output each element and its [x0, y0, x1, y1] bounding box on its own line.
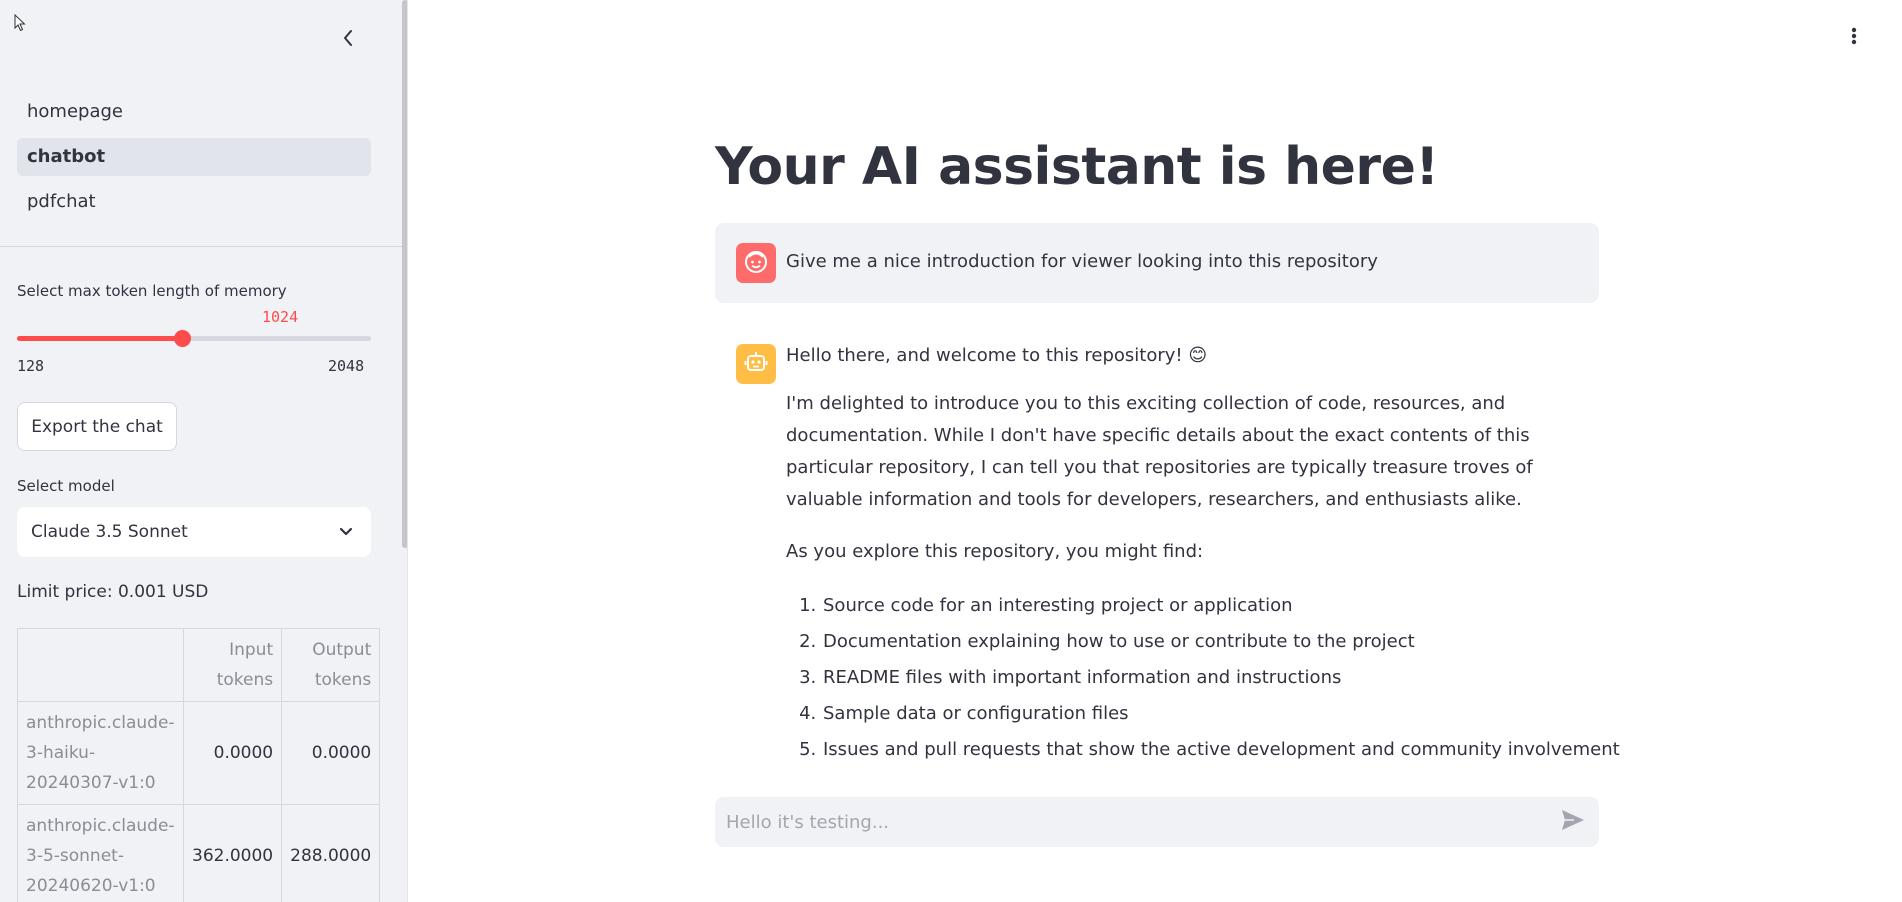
list-item: Issues and pull requests that show the a… [822, 732, 1620, 768]
assistant-greeting: Hello there, and welcome to this reposit… [786, 345, 1208, 366]
list-item: Source code for an interesting project o… [822, 588, 1594, 624]
smiley-face-icon [743, 248, 769, 278]
chevron-down-icon [339, 522, 353, 542]
assistant-list: Source code for an interesting project o… [786, 588, 1620, 768]
page-title: Your AI assistant is here! [715, 137, 1439, 197]
table-cell-output: 0.0000 [281, 701, 381, 805]
paper-plane-icon [1561, 809, 1585, 835]
table-cell-input: 362.0000 [182, 804, 283, 902]
table-cell-model: anthropic.claude-3-haiku-20240307-v1:0 [17, 701, 184, 805]
user-avatar [736, 243, 776, 283]
memory-slider-min: 128 [17, 357, 45, 375]
assistant-paragraph: As you explore this repository, you migh… [786, 541, 1204, 562]
table-header-row: Input tokens Output tokens [17, 628, 381, 702]
table-cell-output: 288.0000 [281, 804, 381, 902]
table-header [17, 628, 184, 702]
sidebar-nav: homepage chatbot pdfchat [17, 93, 371, 228]
memory-slider-max: 2048 [328, 357, 365, 375]
table-row: anthropic.claude-3-haiku-20240307-v1:0 0… [17, 701, 381, 805]
chat-input[interactable] [715, 797, 1535, 847]
user-message-text: Give me a nice introduction for viewer l… [786, 251, 1378, 272]
memory-slider-thumb[interactable] [174, 330, 192, 347]
table-cell-input: 0.0000 [182, 701, 283, 805]
chevron-left-icon [342, 29, 354, 51]
model-select-value: Claude 3.5 Sonnet [31, 522, 188, 542]
user-chat-message: Give me a nice introduction for viewer l… [715, 223, 1599, 303]
robot-icon [743, 349, 769, 379]
limit-price: Limit price: 0.001 USD [17, 582, 209, 602]
send-button[interactable] [1559, 809, 1587, 835]
token-cost-table: Input tokens Output tokens anthropic.cla… [17, 628, 381, 902]
memory-slider[interactable] [17, 330, 371, 347]
assistant-message-content: Hello there, and welcome to this reposit… [786, 340, 1620, 768]
chat-input-container [715, 797, 1599, 847]
model-select[interactable]: Claude 3.5 Sonnet [17, 507, 371, 557]
main-menu-button[interactable] [1842, 26, 1866, 50]
sidebar: homepage chatbot pdfchat Select max toke… [0, 0, 408, 902]
mouse-pointer-icon [14, 13, 26, 36]
memory-slider-value: 1024 [262, 308, 299, 326]
table-header: Input tokens [182, 628, 283, 702]
export-chat-button[interactable]: Export the chat [17, 402, 177, 451]
table-header: Output tokens [281, 628, 381, 702]
assistant-paragraph: I'm delighted to introduce you to this e… [786, 393, 1533, 510]
sidebar-item-homepage[interactable]: homepage [17, 93, 371, 131]
sidebar-item-chatbot[interactable]: chatbot [17, 138, 371, 176]
model-select-label: Select model [17, 477, 115, 495]
list-item: Sample data or configuration files [822, 696, 1594, 732]
table-row: anthropic.claude-3-5-sonnet-20240620-v1:… [17, 804, 381, 902]
sidebar-item-pdfchat[interactable]: pdfchat [17, 183, 371, 221]
list-item: README files with important information … [822, 660, 1594, 696]
main-content: Your AI assistant is here! Give me a nic… [408, 0, 1902, 902]
table-cell-model: anthropic.claude-3-5-sonnet-20240620-v1:… [17, 804, 184, 902]
list-item: Documentation explaining how to use or c… [822, 624, 1594, 660]
collapse-sidebar-button[interactable] [334, 26, 362, 54]
sidebar-divider [0, 246, 402, 247]
vertical-ellipsis-icon [1851, 27, 1857, 49]
memory-slider-fill [17, 336, 183, 341]
memory-slider-label: Select max token length of memory [17, 282, 287, 300]
assistant-avatar [736, 344, 776, 384]
